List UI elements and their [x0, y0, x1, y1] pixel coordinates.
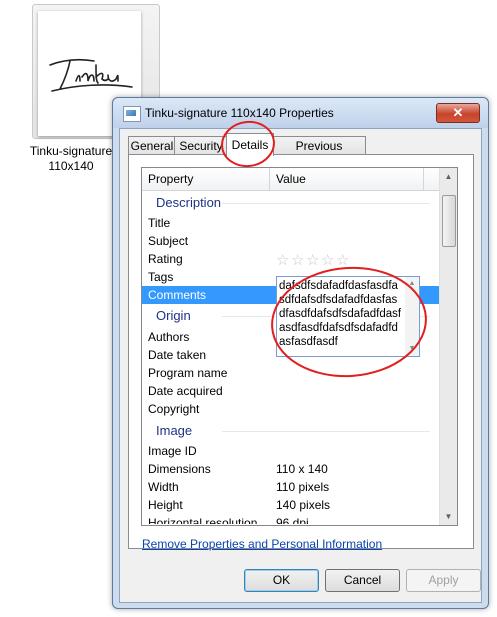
properties-list[interactable]: Property Value Description Title Subject… — [141, 167, 458, 526]
ok-button[interactable]: OK — [244, 569, 319, 592]
property-value: 96 dpi — [276, 516, 309, 524]
close-button[interactable]: ✕ — [436, 103, 480, 123]
list-scrollbar[interactable]: ▲ ▼ — [439, 168, 457, 525]
property-name: Copyright — [148, 402, 200, 416]
row-copyright[interactable]: Copyright — [142, 400, 440, 418]
star-icon[interactable]: ☆ — [306, 253, 320, 268]
property-name: Date taken — [148, 348, 207, 362]
image-file-icon — [123, 106, 141, 122]
scroll-down-arrow-icon[interactable]: ▼ — [440, 508, 457, 525]
apply-button[interactable]: Apply — [406, 569, 481, 592]
property-name: Subject — [148, 234, 189, 248]
row-date-acquired[interactable]: Date acquired — [142, 382, 440, 400]
row-rating[interactable]: Rating ☆ ☆ ☆ ☆ ☆ — [142, 250, 440, 268]
remove-properties-link[interactable]: Remove Properties and Personal Informati… — [142, 537, 382, 551]
comments-value[interactable]: dafsdfsdafadfdasfasdfasdfdafsdfsdafadfda… — [279, 279, 403, 349]
tab-previous-versions[interactable]: Previous Versions — [272, 136, 366, 171]
star-icon[interactable]: ☆ — [276, 253, 290, 268]
properties-dialog: Tinku-signature 110x140 Properties ✕ Gen… — [112, 97, 489, 609]
details-panel: Property Value Description Title Subject… — [128, 154, 474, 549]
scroll-up-arrow-icon[interactable]: ▲ — [440, 168, 457, 185]
star-icon[interactable]: ☆ — [336, 253, 350, 268]
property-name: Height — [148, 498, 183, 512]
dialog-titlebar[interactable]: Tinku-signature 110x140 Properties ✕ — [113, 98, 488, 128]
group-label: Origin — [156, 308, 191, 323]
group-divider — [222, 203, 430, 204]
row-program-name[interactable]: Program name — [142, 364, 440, 382]
property-name: Dimensions — [148, 462, 211, 476]
row-image-id[interactable]: Image ID — [142, 442, 440, 460]
column-divider[interactable] — [423, 168, 424, 190]
scroll-down-arrow-icon[interactable]: ▼ — [405, 343, 419, 355]
property-name: Tags — [148, 270, 174, 284]
group-label: Image — [156, 423, 193, 438]
column-header-property[interactable]: Property — [142, 168, 268, 190]
row-subject[interactable]: Subject — [142, 232, 440, 250]
row-width[interactable]: Width 110 pixels — [142, 478, 440, 496]
property-name: Date acquired — [148, 384, 223, 398]
star-icon[interactable]: ☆ — [321, 253, 335, 268]
property-name: Authors — [148, 330, 190, 344]
tab-general[interactable]: General — [128, 136, 176, 155]
column-header-value[interactable]: Value — [270, 168, 426, 190]
group-divider — [222, 431, 430, 432]
scrollbar-thumb[interactable] — [442, 195, 456, 247]
group-description: Description — [142, 193, 440, 213]
dialog-title: Tinku-signature 110x140 Properties — [145, 106, 334, 120]
property-name: Title — [148, 216, 171, 230]
property-value: 140 pixels — [276, 498, 331, 512]
row-horizontal-resolution[interactable]: Horizontal resolution 96 dpi — [142, 514, 440, 524]
row-dimensions[interactable]: Dimensions 110 x 140 — [142, 460, 440, 478]
comments-edit-box[interactable]: dafsdfsdafadfdasfasdfasdfdafsdfsdafadfda… — [276, 276, 420, 357]
comments-scrollbar[interactable]: ▲ ▼ — [405, 277, 419, 356]
property-value: 110 x 140 — [276, 462, 328, 476]
group-label: Description — [156, 195, 222, 210]
property-name: Horizontal resolution — [148, 516, 258, 524]
cancel-button[interactable]: Cancel — [325, 569, 400, 592]
row-height[interactable]: Height 140 pixels — [142, 496, 440, 514]
property-name: Rating — [148, 252, 183, 266]
group-image: Image — [142, 421, 440, 441]
tab-details[interactable]: Details — [226, 133, 274, 156]
row-title[interactable]: Title — [142, 214, 440, 232]
tab-security[interactable]: Security — [174, 136, 228, 155]
property-name: Image ID — [148, 444, 197, 458]
dialog-client-area: General Security Details Previous Versio… — [119, 128, 482, 603]
scroll-up-arrow-icon[interactable]: ▲ — [405, 278, 419, 290]
property-name: Comments — [148, 288, 207, 302]
property-value: 110 pixels — [276, 480, 330, 494]
property-name: Width — [148, 480, 179, 494]
star-icon[interactable]: ☆ — [291, 253, 305, 268]
list-header: Property Value — [142, 168, 440, 191]
property-name: Program name — [148, 366, 228, 380]
signature-image — [49, 59, 133, 92]
